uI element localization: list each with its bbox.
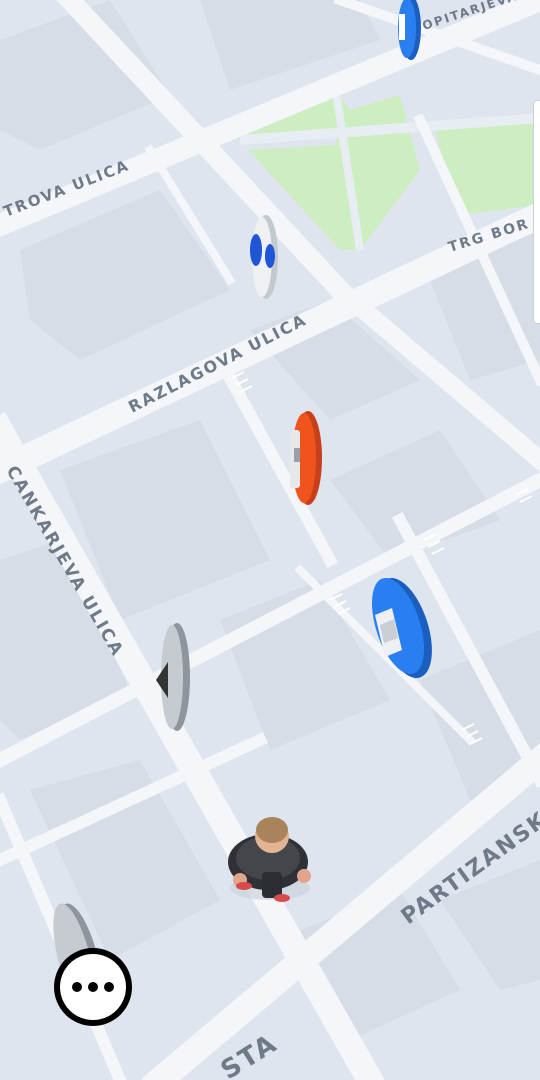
map-view[interactable]: TROVA ULICA OPITARJEVA TRG BOR RAZLAGOVA…	[0, 0, 540, 1080]
map-marker-blue-top[interactable]	[398, 0, 421, 60]
more-menu-button-face	[60, 954, 126, 1020]
game-map-screen: TROVA ULICA OPITARJEVA TRG BOR RAZLAGOVA…	[0, 0, 540, 1080]
side-panel-handle[interactable]	[533, 100, 540, 324]
more-menu-button[interactable]	[54, 948, 132, 1026]
more-dots-icon	[72, 982, 114, 992]
